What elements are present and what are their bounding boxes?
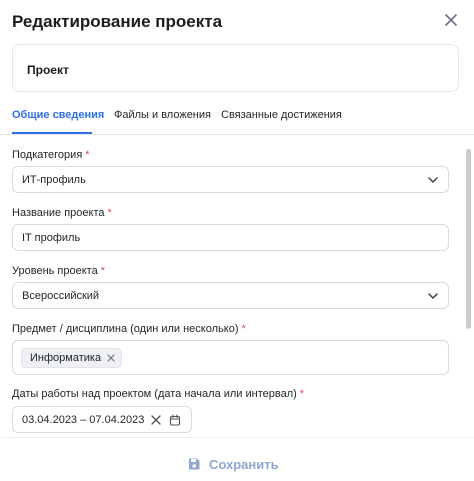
tab-general[interactable]: Общие сведения: [12, 109, 104, 121]
modal-title: Редактирование проекта: [12, 12, 223, 31]
save-button[interactable]: Сохранить: [187, 454, 279, 474]
level-label: Уровень проекта *: [12, 265, 105, 277]
required-mark: *: [100, 265, 105, 277]
subcategory-select[interactable]: ИТ-профиль: [12, 166, 449, 193]
subcategory-value: ИТ-профиль: [22, 174, 86, 186]
dates-label: Даты работы над проектом (дата начала ил…: [12, 388, 305, 400]
dates-range-input[interactable]: 03.04.2023 – 07.04.2023: [12, 406, 192, 433]
active-tab-indicator: [12, 132, 92, 134]
close-button[interactable]: [440, 9, 462, 31]
project-name: Проект: [27, 63, 69, 77]
modal-footer: Сохранить: [0, 437, 474, 481]
subject-chip: Информатика: [21, 348, 123, 368]
project-title-label: Название проекта *: [12, 207, 112, 219]
chevron-down-icon: [428, 293, 438, 299]
required-mark: *: [299, 388, 305, 400]
subject-label: Предмет / дисциплина (один или несколько…: [12, 323, 246, 335]
save-icon: [189, 458, 200, 470]
chevron-down-icon: [428, 177, 438, 183]
level-value: Всероссийский: [22, 290, 100, 302]
tab-achievements[interactable]: Связанные достижения: [221, 109, 342, 121]
form-content: Подкатегория * ИТ-профиль Название проект…: [0, 136, 474, 436]
scrollbar-thumb[interactable]: [466, 149, 471, 329]
save-label: Сохранить: [209, 456, 279, 472]
subject-multiselect[interactable]: Информатика: [12, 340, 449, 375]
tab-bar: Общие сведения Файлы и вложения Связанны…: [0, 100, 474, 135]
level-select[interactable]: Всероссийский: [12, 282, 449, 309]
subject-chip-label: Информатика: [30, 352, 102, 364]
project-title-value: IT профиль: [22, 232, 81, 244]
required-mark: *: [107, 207, 112, 219]
remove-chip-icon[interactable]: [107, 354, 115, 362]
required-mark: *: [241, 323, 246, 335]
tab-files[interactable]: Файлы и вложения: [114, 109, 211, 121]
modal-header: Редактирование проекта: [0, 0, 474, 42]
required-mark: *: [85, 149, 90, 161]
subcategory-label: Подкатегория *: [12, 149, 90, 161]
clear-icon[interactable]: [151, 415, 161, 425]
calendar-icon[interactable]: [169, 414, 181, 426]
dates-value: 03.04.2023 – 07.04.2023: [22, 414, 145, 426]
project-card: Проект: [12, 44, 459, 92]
project-title-input[interactable]: IT профиль: [12, 224, 449, 251]
close-icon: [445, 14, 457, 26]
